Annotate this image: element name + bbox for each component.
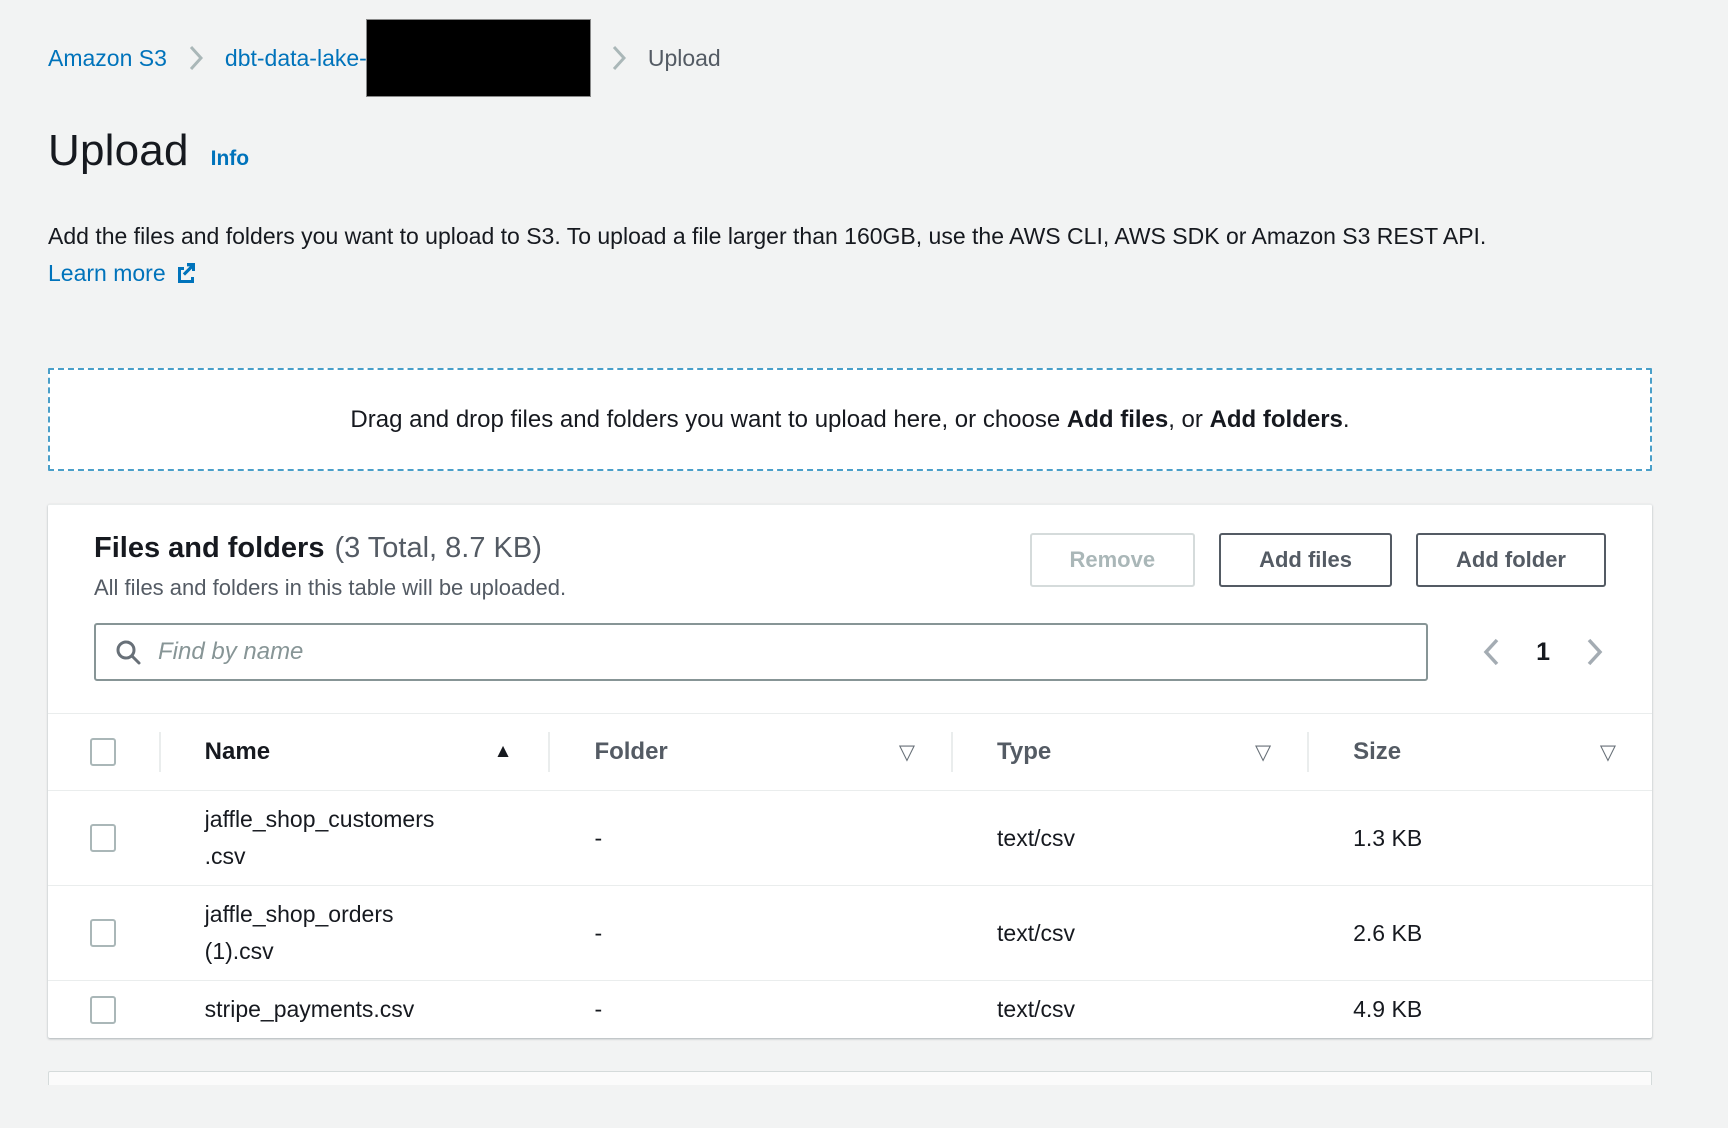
dropzone-text-mid: , or	[1168, 406, 1209, 433]
dropzone-text-prefix: Drag and drop files and folders you want…	[350, 406, 1066, 433]
column-label-type: Type	[997, 738, 1051, 766]
next-panel-edge	[48, 1071, 1652, 1085]
files-and-folders-panel: Files and folders (3 Total, 8.7 KB) All f…	[48, 504, 1652, 1038]
remove-button[interactable]: Remove	[1030, 533, 1196, 587]
row-checkbox[interactable]	[90, 824, 116, 852]
search-input[interactable]	[158, 638, 1408, 666]
search-box[interactable]	[94, 623, 1428, 681]
table-toolbar: 1	[48, 623, 1652, 713]
file-folder: -	[548, 915, 951, 952]
column-header-size[interactable]: Size ▽	[1307, 714, 1652, 791]
pagination: 1	[1480, 637, 1606, 667]
upload-page: Amazon S3 dbt-data-lake- Upload Upload I…	[0, 0, 1728, 1085]
table-row: jaffle_shop_customers.csv - text/csv 1.3…	[48, 791, 1652, 886]
table-header-row: Name ▲ Folder ▽ Type ▽	[48, 714, 1652, 791]
breadcrumb-current: Upload	[648, 45, 721, 72]
select-all-checkbox[interactable]	[90, 738, 116, 766]
dropzone-add-folders-text: Add folders	[1210, 406, 1343, 433]
external-link-icon	[174, 260, 198, 284]
file-size: 2.6 KB	[1307, 915, 1652, 952]
info-link[interactable]: Info	[211, 147, 249, 171]
file-size: 1.3 KB	[1307, 820, 1652, 857]
breadcrumb-bucket: dbt-data-lake-	[225, 20, 590, 96]
breadcrumb-amazon-s3[interactable]: Amazon S3	[48, 45, 167, 72]
column-header-name[interactable]: Name ▲	[159, 714, 549, 791]
dropzone-text-suffix: .	[1343, 406, 1350, 433]
add-files-button[interactable]: Add files	[1219, 533, 1392, 587]
sort-ascending-icon[interactable]: ▲	[494, 741, 513, 763]
file-type: text/csv	[951, 991, 1307, 1028]
file-folder: -	[548, 991, 951, 1028]
breadcrumb-bucket-link[interactable]: dbt-data-lake-	[225, 45, 367, 72]
dropzone-text: Drag and drop files and folders you want…	[350, 406, 1349, 434]
file-name: jaffle_shop_customers.csv	[159, 801, 455, 875]
file-folder: -	[548, 820, 951, 857]
drag-and-drop-zone[interactable]: Drag and drop files and folders you want…	[48, 368, 1652, 471]
select-all-header	[48, 714, 159, 791]
add-folder-button[interactable]: Add folder	[1416, 533, 1606, 587]
panel-subtitle: All files and folders in this table will…	[94, 575, 566, 601]
panel-actions: Remove Add files Add folder	[1030, 533, 1607, 587]
column-label-size: Size	[1353, 738, 1401, 766]
files-table: Name ▲ Folder ▽ Type ▽	[48, 713, 1652, 1038]
row-checkbox[interactable]	[90, 919, 116, 947]
page-description: Add the files and folders you want to up…	[48, 218, 1510, 292]
panel-count-summary: (3 Total, 8.7 KB)	[334, 532, 541, 564]
search-icon	[114, 638, 142, 666]
panel-header: Files and folders (3 Total, 8.7 KB) All f…	[48, 505, 1652, 601]
page-title-row: Upload Info	[48, 126, 1652, 176]
column-label-folder: Folder	[594, 738, 667, 766]
breadcrumb: Amazon S3 dbt-data-lake- Upload	[48, 18, 1652, 98]
column-header-folder[interactable]: Folder ▽	[548, 714, 951, 791]
breadcrumb-chevron-icon	[612, 45, 626, 71]
column-filter-icon[interactable]: ▽	[899, 740, 915, 765]
dropzone-add-files-text: Add files	[1067, 406, 1168, 433]
description-text: Add the files and folders you want to up…	[48, 223, 1486, 249]
file-size: 4.9 KB	[1307, 991, 1652, 1028]
column-filter-icon[interactable]: ▽	[1600, 740, 1616, 765]
panel-title: Files and folders (3 Total, 8.7 KB)	[94, 531, 566, 565]
file-name: stripe_payments.csv	[159, 991, 455, 1028]
page-title: Upload	[48, 126, 189, 176]
file-type: text/csv	[951, 820, 1307, 857]
next-page-icon[interactable]	[1584, 637, 1606, 667]
column-header-type[interactable]: Type ▽	[951, 714, 1307, 791]
file-name: jaffle_shop_orders (1).csv	[159, 896, 455, 970]
panel-titles: Files and folders (3 Total, 8.7 KB) All f…	[94, 531, 566, 601]
learn-more-link[interactable]: Learn more	[48, 260, 166, 286]
table-row: jaffle_shop_orders (1).csv - text/csv 2.…	[48, 886, 1652, 981]
redacted-bucket-name	[367, 20, 590, 96]
previous-page-icon[interactable]	[1480, 637, 1502, 667]
column-filter-icon[interactable]: ▽	[1255, 740, 1271, 765]
breadcrumb-chevron-icon	[189, 45, 203, 71]
file-type: text/csv	[951, 915, 1307, 952]
panel-title-text: Files and folders	[94, 532, 324, 564]
current-page-number[interactable]: 1	[1536, 638, 1550, 667]
row-checkbox[interactable]	[90, 996, 116, 1024]
column-label-name: Name	[205, 738, 270, 766]
table-row: stripe_payments.csv - text/csv 4.9 KB	[48, 981, 1652, 1039]
